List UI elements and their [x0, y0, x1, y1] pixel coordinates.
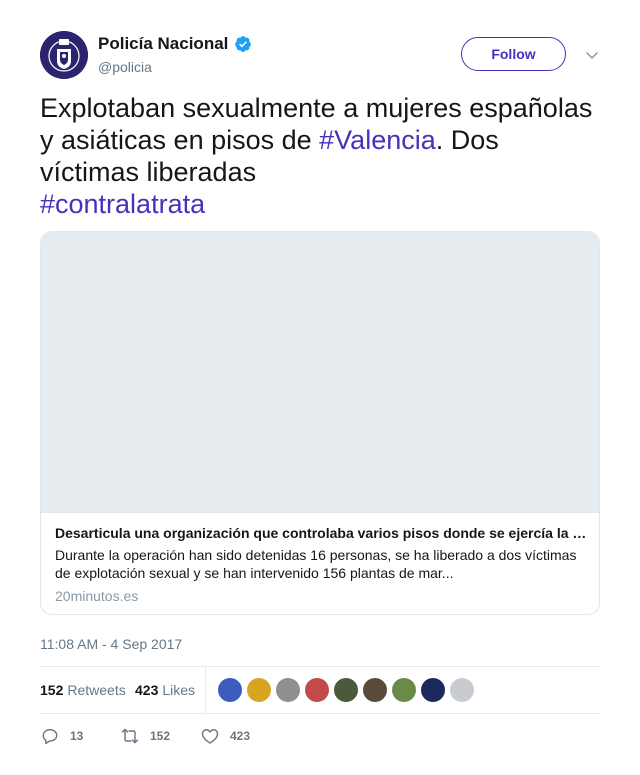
- stats-divider: [205, 667, 206, 713]
- retweet-icon: [121, 728, 139, 744]
- likes-stat[interactable]: 423 Likes: [135, 682, 195, 698]
- retweet-count: 152: [150, 729, 171, 743]
- reply-icon: [42, 729, 58, 745]
- card-description: Durante la operación han sido detenidas …: [55, 547, 577, 581]
- likes-label: Likes: [162, 682, 196, 698]
- liker-avatar-8[interactable]: [421, 678, 445, 702]
- hashtag-link-valencia[interactable]: #Valencia: [319, 125, 436, 155]
- tweet-header: Policía Nacional @policia Follow: [40, 31, 600, 81]
- follow-button[interactable]: Follow: [461, 37, 566, 71]
- retweets-count: 152: [40, 682, 64, 698]
- liker-avatar-7[interactable]: [392, 678, 416, 702]
- police-crest-icon: [40, 31, 88, 79]
- retweets-stat[interactable]: 152 Retweets: [40, 682, 126, 698]
- link-preview-card[interactable]: Desarticula una organización que control…: [40, 231, 600, 615]
- tweet-text: Explotaban sexualmente a mujeres español…: [40, 92, 600, 220]
- likes-count: 423: [135, 682, 159, 698]
- heart-icon: [201, 729, 219, 744]
- author-handle[interactable]: @policia: [98, 59, 152, 75]
- retweets-label: Retweets: [67, 682, 126, 698]
- tweet-actions: 13 152 423: [40, 726, 600, 746]
- chevron-down-icon[interactable]: [584, 47, 600, 63]
- card-domain: 20minutos.es: [55, 588, 139, 604]
- liker-avatar-9[interactable]: [450, 678, 474, 702]
- retweet-button[interactable]: 152: [120, 726, 170, 746]
- like-count: 423: [230, 729, 251, 743]
- reply-count: 13: [70, 729, 84, 743]
- card-title[interactable]: Desarticula una organización que control…: [55, 525, 587, 541]
- liker-avatar-6[interactable]: [363, 678, 387, 702]
- liker-avatar-1[interactable]: [218, 678, 242, 702]
- liker-avatar-5[interactable]: [334, 678, 358, 702]
- liker-avatar-4[interactable]: [305, 678, 329, 702]
- tweet-timestamp[interactable]: 11:08 AM - 4 Sep 2017: [40, 636, 182, 652]
- hashtag-link-contralatrata[interactable]: #contralatrata: [40, 189, 205, 219]
- tweet-text-part: Explotaban sexualmente a mujeres español…: [40, 93, 593, 155]
- author-avatar[interactable]: [40, 31, 88, 79]
- liker-avatar-2[interactable]: [247, 678, 271, 702]
- liker-avatar-3[interactable]: [276, 678, 300, 702]
- author-name-row[interactable]: Policía Nacional: [98, 34, 252, 54]
- reply-button[interactable]: 13: [40, 726, 83, 746]
- liker-avatars: [218, 678, 479, 702]
- engagement-stats: 152 Retweets 423 Likes: [40, 666, 600, 714]
- author-name[interactable]: Policía Nacional: [98, 34, 228, 54]
- verified-badge-icon: [235, 36, 252, 52]
- card-image-placeholder[interactable]: [41, 232, 599, 513]
- like-button[interactable]: 423: [200, 726, 250, 746]
